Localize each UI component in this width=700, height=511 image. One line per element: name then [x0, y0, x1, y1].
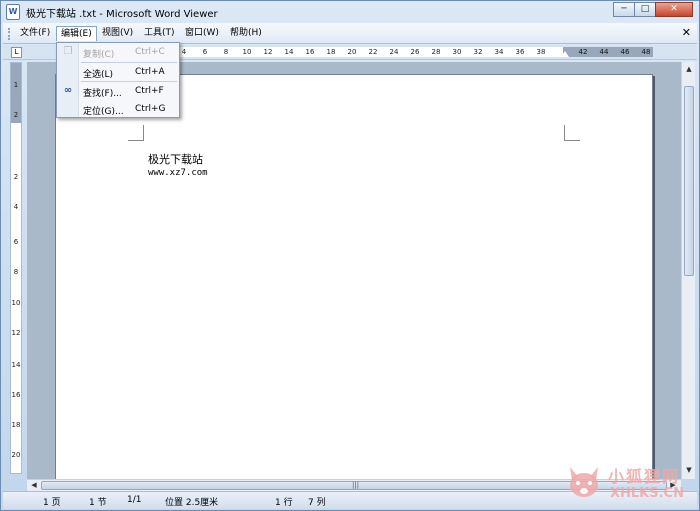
scroll-up-icon[interactable]: ▲: [683, 63, 695, 75]
vruler-number: 6: [13, 238, 19, 246]
menu-separator: [81, 81, 177, 82]
menu-help[interactable]: 帮助(H): [226, 26, 266, 41]
ruler-number: 42: [578, 48, 588, 56]
ruler-number: 18: [326, 48, 336, 56]
vertical-ruler: 1 2 2 4 6 8 10 12 14 16 18 20: [10, 62, 22, 474]
menu-item-select-all[interactable]: 全选(L) Ctrl+A: [57, 64, 179, 80]
menu-item-goto[interactable]: 定位(G)... Ctrl+G: [57, 101, 179, 117]
status-page: 1 页: [43, 498, 61, 508]
document-close-icon[interactable]: ✕: [682, 26, 691, 39]
menu-item-label: 全选(L): [83, 70, 114, 80]
menu-item-shortcut: Ctrl+A: [135, 67, 165, 77]
minimize-button[interactable]: ─: [613, 2, 635, 17]
menu-view[interactable]: 视图(V): [98, 26, 137, 41]
menu-item-shortcut: Ctrl+F: [135, 86, 164, 96]
menu-bar: 文件(F) 编辑(E) 视图(V) 工具(T) 窗口(W) 帮助(H) ✕: [3, 23, 697, 44]
vruler-number: 10: [11, 299, 21, 307]
ruler-number: 36: [515, 48, 525, 56]
crop-mark-top-right: [564, 125, 580, 141]
toolbar-grip-icon[interactable]: [8, 28, 11, 40]
status-section: 1 节: [89, 498, 107, 508]
watermark-text-cn: 小狐狸网: [608, 467, 681, 486]
edit-menu-dropdown: ❐ 复制(C) Ctrl+C 全选(L) Ctrl+A ∞ 查找(F)... C…: [56, 42, 180, 118]
ruler-number: 32: [473, 48, 483, 56]
vruler-number: 2: [13, 111, 19, 119]
status-page-of: 1/1: [127, 495, 142, 505]
menu-file[interactable]: 文件(F): [16, 26, 54, 41]
ruler-number: 20: [347, 48, 357, 56]
site-watermark: 小狐狸网 XHLKS.CN: [556, 461, 696, 507]
document-page[interactable]: 极光下载站 www.xz7.com: [55, 74, 653, 479]
vruler-number: 16: [11, 391, 21, 399]
menu-item-label: 复制(C): [83, 50, 115, 60]
ruler-number: 6: [202, 48, 208, 56]
window-controls: ─ □ ✕: [613, 2, 693, 17]
document-area[interactable]: 极光下载站 www.xz7.com: [27, 62, 681, 479]
title-bar[interactable]: W 极光下载站 .txt - Microsoft Word Viewer ─ □…: [1, 1, 699, 23]
vruler-number: 1: [13, 81, 19, 89]
vruler-number: 8: [13, 268, 19, 276]
copy-icon: ❐: [63, 46, 73, 57]
menu-tools[interactable]: 工具(T): [140, 26, 179, 41]
watermark-text-en: XHLKS.CN: [610, 486, 684, 501]
crop-mark-top-left: [128, 125, 144, 141]
ruler-number: 34: [494, 48, 504, 56]
menu-item-label: 查找(F)...: [83, 89, 122, 99]
ruler-number: 8: [223, 48, 229, 56]
ruler-number: 26: [410, 48, 420, 56]
status-position: 位置 2.5厘米: [165, 498, 219, 508]
close-button[interactable]: ✕: [655, 2, 693, 17]
status-line: 1 行: [275, 498, 293, 508]
scroll-grip-icon: |||: [352, 481, 360, 489]
menu-window[interactable]: 窗口(W): [181, 26, 223, 41]
vruler-number: 12: [11, 329, 21, 337]
fox-logo-icon: [570, 467, 598, 497]
ruler-number: 24: [389, 48, 399, 56]
vruler-number: 14: [11, 361, 21, 369]
word-viewer-window: W 极光下载站 .txt - Microsoft Word Viewer ─ □…: [0, 0, 700, 511]
menu-item-label: 定位(G)...: [83, 107, 124, 117]
vruler-number: 18: [11, 421, 21, 429]
scroll-left-icon[interactable]: ◀: [28, 480, 40, 491]
find-binoculars-icon: ∞: [63, 85, 73, 96]
vertical-scrollbar[interactable]: ▲ ▼: [681, 62, 695, 479]
ruler-number: 30: [452, 48, 462, 56]
maximize-button[interactable]: □: [634, 2, 656, 17]
ruler-number: 46: [620, 48, 630, 56]
document-text-line[interactable]: 极光下载站: [148, 151, 203, 167]
ruler-number: 22: [368, 48, 378, 56]
ruler-number: 48: [641, 48, 651, 56]
menu-item-shortcut: Ctrl+C: [135, 47, 165, 57]
vertical-scroll-thumb[interactable]: [684, 86, 694, 276]
ruler-number: 28: [431, 48, 441, 56]
ruler-number: 44: [599, 48, 609, 56]
window-title: 极光下载站 .txt - Microsoft Word Viewer: [26, 9, 218, 20]
ruler-number: 38: [536, 48, 546, 56]
status-column: 7 列: [308, 498, 326, 508]
ruler-number: 12: [263, 48, 273, 56]
vruler-number: 4: [13, 203, 19, 211]
vruler-number: 2: [13, 173, 19, 181]
right-indent-marker[interactable]: [561, 51, 569, 57]
ruler-number: 14: [284, 48, 294, 56]
menu-edit[interactable]: 编辑(E): [56, 26, 97, 41]
menu-separator: [81, 62, 177, 63]
menu-item-copy[interactable]: ❐ 复制(C) Ctrl+C: [57, 44, 179, 60]
menu-item-shortcut: Ctrl+G: [135, 104, 166, 114]
ruler-number: 16: [305, 48, 315, 56]
ruler-number: 10: [242, 48, 252, 56]
word-viewer-icon[interactable]: W: [6, 4, 20, 20]
document-text-line[interactable]: www.xz7.com: [148, 168, 208, 178]
menu-item-find[interactable]: ∞ 查找(F)... Ctrl+F: [57, 83, 179, 99]
vruler-number: 20: [11, 451, 21, 459]
tab-selector-icon[interactable]: L: [11, 47, 22, 58]
